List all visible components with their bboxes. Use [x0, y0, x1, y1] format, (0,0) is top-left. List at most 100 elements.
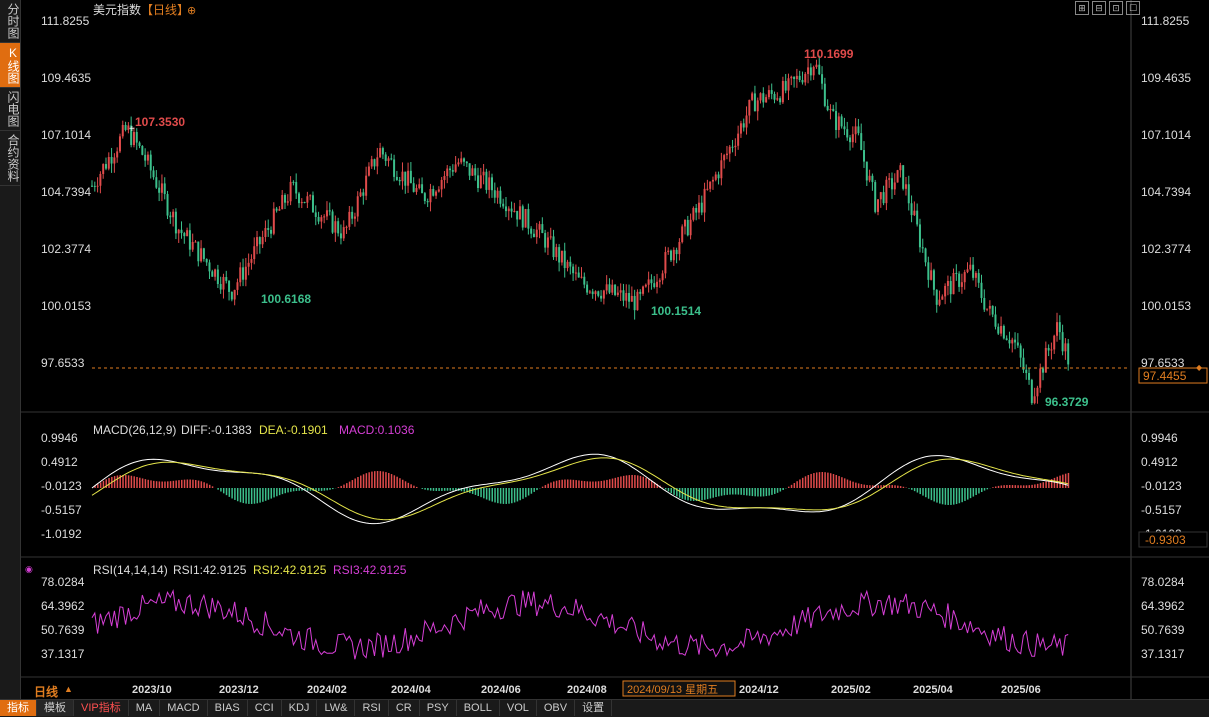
macd-bar [528, 488, 530, 496]
macd-bar [167, 481, 169, 488]
macd-bar [150, 480, 152, 488]
macd-bar [612, 479, 614, 488]
tab-cr[interactable]: CR [389, 700, 420, 716]
tab-模板[interactable]: 模板 [37, 700, 74, 716]
macd-bar [981, 488, 983, 492]
candle-body [351, 212, 353, 219]
macd-bar [738, 488, 740, 495]
macd-bar [525, 488, 527, 497]
macd-bar [444, 488, 446, 491]
candle-body [583, 277, 585, 285]
candle-body [961, 282, 963, 287]
macd-bar [763, 488, 765, 496]
macd-bar [894, 485, 896, 488]
candle-body [885, 180, 887, 203]
candle-body [835, 111, 837, 130]
macd-bar [609, 479, 611, 488]
candle-body [944, 286, 946, 296]
tab-obv[interactable]: OBV [537, 700, 575, 716]
tab-ma[interactable]: MA [129, 700, 161, 716]
macd-bar [900, 486, 902, 488]
period-label[interactable]: 日线 [34, 683, 58, 700]
rsi-tick-right: 78.0284 [1141, 575, 1185, 589]
sidebar-tab-2[interactable]: 闪电图 [0, 88, 20, 131]
macd-bar [617, 477, 619, 488]
price-tick-right: 111.8255 [1141, 14, 1190, 28]
period-up-arrow-icon[interactable]: ▲ [64, 684, 73, 694]
macd-bar [950, 488, 952, 505]
candle-body [415, 188, 417, 192]
rsi-settings-icon: ◉ [25, 564, 33, 574]
macd-bar [975, 488, 977, 495]
sidebar-tab-1[interactable]: K线图 [0, 43, 20, 88]
macd-bar [637, 475, 639, 488]
candle-body [787, 78, 789, 90]
candle-body [161, 183, 163, 192]
rsi-tick-left: 64.3962 [41, 599, 85, 613]
price-tick-left: 104.7394 [41, 185, 91, 199]
macd-bar [430, 488, 432, 491]
macd-bar [338, 487, 340, 488]
tab-指标[interactable]: 指标 [0, 700, 37, 716]
macd-bar [715, 488, 717, 497]
tab-psy[interactable]: PSY [420, 700, 457, 716]
candle-body [746, 115, 748, 127]
candle-body [362, 192, 364, 195]
candle-body [407, 171, 409, 186]
tab-设置[interactable]: 设置 [575, 700, 612, 716]
tab-vol[interactable]: VOL [500, 700, 537, 716]
tab-rsi[interactable]: RSI [355, 700, 388, 716]
candle-body [754, 93, 756, 111]
candle-body [922, 247, 924, 248]
tab-bias[interactable]: BIAS [208, 700, 248, 716]
time-tick: 2023/12 [219, 684, 259, 696]
macd-bar [822, 472, 824, 488]
candle-body [572, 267, 574, 274]
sidebar: 分时图K线图闪电图合约资料 [0, 0, 21, 716]
macd-bar [489, 488, 491, 501]
macd-bar [746, 488, 748, 495]
candle-body [281, 195, 283, 209]
candle-body [125, 125, 127, 130]
sidebar-tab-0[interactable]: 分时图 [0, 0, 20, 43]
cursor-date: 2024/09/13 星期五 [627, 683, 718, 696]
macd-bar [799, 479, 801, 488]
candle-body [888, 178, 890, 180]
zoom-in-icon[interactable]: ⊞ [1075, 1, 1089, 15]
fit-icon[interactable]: ⊡ [1109, 1, 1123, 15]
chart-area[interactable]: 美元指数【日线】⊕111.8255111.8255109.4635109.463… [21, 0, 1209, 699]
macd-bar [1062, 475, 1064, 488]
macd-current-label: -0.9303 [1145, 533, 1186, 547]
zoom-out-icon[interactable]: ⊟ [1092, 1, 1106, 15]
candle-body [967, 269, 969, 272]
maximize-icon[interactable]: ☐ [1126, 1, 1140, 15]
candle-body [815, 65, 817, 67]
macd-bar [575, 480, 577, 488]
tab-kdj[interactable]: KDJ [282, 700, 318, 716]
candle-body [192, 242, 194, 250]
candle-body [427, 201, 429, 202]
sidebar-tab-3[interactable]: 合约资料 [0, 131, 20, 186]
macd-bar [802, 478, 804, 488]
tab-boll[interactable]: BOLL [457, 700, 500, 716]
candle-body [329, 210, 331, 211]
macd-bar [592, 482, 594, 488]
macd-bar [156, 481, 158, 488]
candle-body [561, 251, 563, 263]
tab-macd[interactable]: MACD [160, 700, 207, 716]
tab-vip指标[interactable]: VIP指标 [74, 700, 129, 716]
candle-body [1025, 370, 1027, 373]
time-tick: 2024/12 [739, 684, 779, 696]
rsi-tick-left: 78.0284 [41, 575, 85, 589]
macd-bar [838, 476, 840, 488]
macd-bar [595, 481, 597, 488]
tab-cci[interactable]: CCI [248, 700, 282, 716]
candle-body [1045, 348, 1047, 373]
macd-bar [287, 488, 289, 492]
macd-bar [757, 488, 759, 496]
macd-bar [889, 485, 891, 488]
macd-bar [133, 476, 135, 488]
macd-bar [340, 486, 342, 488]
candle-body [656, 282, 658, 287]
tab-lw&[interactable]: LW& [317, 700, 355, 716]
